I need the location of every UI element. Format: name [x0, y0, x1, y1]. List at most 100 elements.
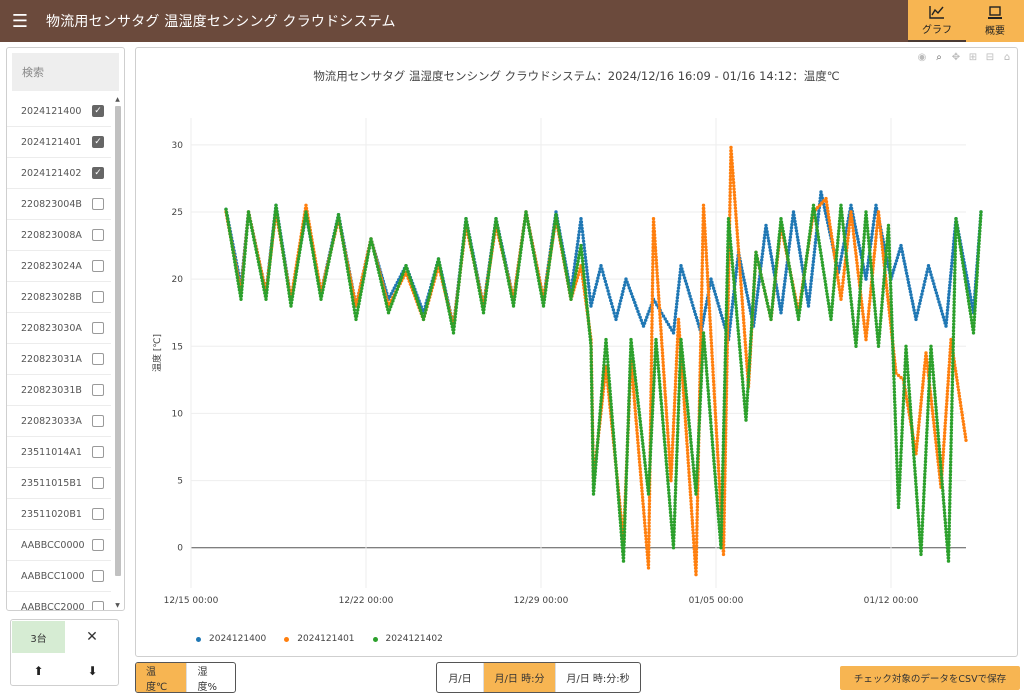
data-point [649, 361, 654, 365]
data-point [611, 308, 616, 312]
device-checkbox[interactable] [92, 384, 104, 396]
data-point [826, 209, 830, 213]
data-point [865, 325, 869, 329]
device-checkbox[interactable] [92, 539, 104, 551]
data-point [618, 302, 622, 306]
device-id: 23511015B1 [21, 477, 82, 489]
data-point [939, 306, 943, 310]
tab-overview[interactable]: 概要 [966, 0, 1024, 42]
device-checkbox[interactable] [92, 291, 104, 303]
device-checkbox[interactable] [92, 446, 104, 458]
device-checkbox[interactable] [92, 508, 104, 520]
device-item[interactable]: 220823031B [7, 375, 111, 406]
device-item[interactable]: 220823030A [7, 313, 111, 344]
data-point [625, 466, 629, 470]
data-point [653, 242, 657, 246]
data-point [918, 414, 922, 418]
data-point [736, 332, 741, 336]
device-item[interactable]: AABBCC0000 [7, 530, 111, 561]
device-item[interactable]: 23511015B1 [7, 468, 111, 499]
device-checkbox[interactable] [92, 322, 104, 334]
data-point [719, 546, 723, 550]
data-point [436, 257, 441, 261]
device-item[interactable]: 2024121401 ✓ [7, 127, 111, 158]
device-checkbox[interactable] [92, 570, 104, 582]
data-point [571, 284, 576, 289]
device-item[interactable]: 220823031A [7, 344, 111, 375]
download-icon[interactable]: ⬇ [66, 657, 119, 685]
sidebar-scrollbar[interactable]: ▲ ▼ [113, 96, 122, 610]
data-point [699, 389, 703, 393]
data-point [871, 222, 876, 227]
data-point [622, 283, 627, 287]
device-item[interactable]: AABBCC1000 [7, 561, 111, 592]
data-point [373, 255, 378, 259]
data-point [381, 289, 386, 293]
data-point [661, 360, 665, 365]
data-point [715, 434, 719, 438]
data-point [507, 282, 511, 286]
data-point [673, 318, 677, 322]
device-checkbox[interactable] [92, 477, 104, 489]
data-point [954, 369, 958, 373]
data-point [873, 242, 878, 246]
device-item[interactable]: 220823033A [7, 406, 111, 437]
device-item[interactable]: 2024121400 ✓ [7, 96, 111, 127]
data-point [280, 247, 285, 251]
data-point [838, 261, 842, 265]
device-checkbox[interactable]: ✓ [92, 105, 104, 117]
device-checkbox[interactable] [92, 353, 104, 365]
device-id: AABBCC2000 [21, 601, 85, 611]
data-point [780, 301, 784, 305]
data-point [684, 432, 689, 436]
data-point [453, 315, 457, 319]
data-point [729, 252, 734, 256]
hamburger-menu-icon[interactable]: ☰ [2, 0, 38, 42]
device-item[interactable]: 2024121402 ✓ [7, 158, 111, 189]
device-item[interactable]: 220823028B [7, 282, 111, 313]
chart-svg[interactable]: 05101520253012/15 00:00 12/22 00:00 12/29 … [136, 48, 1017, 656]
device-item[interactable]: 23511020B1 [7, 499, 111, 530]
data-point [670, 446, 675, 450]
data-point [724, 303, 729, 307]
data-point [618, 511, 622, 515]
device-checkbox[interactable] [92, 260, 104, 272]
scroll-thumb[interactable] [115, 106, 121, 576]
data-point [925, 360, 929, 365]
data-point [472, 260, 476, 265]
device-checkbox[interactable] [92, 415, 104, 427]
data-point [689, 502, 693, 507]
data-point [854, 251, 858, 256]
data-point [431, 279, 435, 283]
tab-graph[interactable]: グラフ [908, 0, 966, 42]
device-item[interactable]: 220823008A [7, 220, 111, 251]
device-checkbox[interactable]: ✓ [92, 167, 104, 179]
data-point [593, 288, 597, 293]
device-checkbox[interactable] [92, 229, 104, 241]
data-point [650, 306, 654, 311]
data-point [607, 379, 611, 383]
data-point [740, 298, 744, 303]
data-point [674, 478, 678, 483]
device-checkbox[interactable] [92, 198, 104, 210]
scroll-down-icon[interactable]: ▼ [113, 602, 122, 610]
device-item[interactable]: AABBCC2000 [7, 592, 111, 611]
data-point [708, 312, 712, 316]
scroll-up-icon[interactable]: ▲ [113, 96, 122, 104]
clear-selection-button[interactable]: ✕ [66, 621, 118, 653]
search-input[interactable]: 検索 [12, 53, 119, 91]
data-point [716, 453, 720, 457]
device-item[interactable]: 23511014A1 [7, 437, 111, 468]
data-point [641, 502, 645, 506]
upload-icon[interactable]: ⬆ [12, 657, 65, 685]
device-checkbox[interactable] [92, 601, 104, 610]
data-point [789, 229, 793, 233]
device-item[interactable]: 220823004B [7, 189, 111, 220]
device-checkbox[interactable]: ✓ [92, 136, 104, 148]
data-point [671, 331, 676, 335]
data-point [946, 299, 951, 303]
device-item[interactable]: 220823024A [7, 251, 111, 282]
data-point [504, 270, 509, 274]
data-point [651, 271, 655, 275]
device-id: 220823024A [21, 260, 82, 272]
